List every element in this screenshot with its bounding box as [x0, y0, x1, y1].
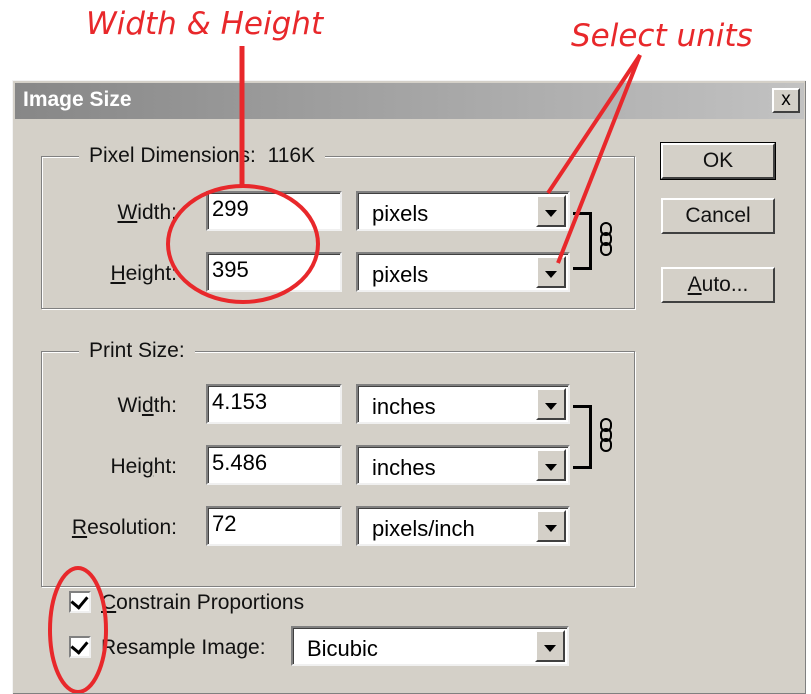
resolution-unit-value: pixels/inch: [372, 516, 475, 541]
print-width-unit-select[interactable]: inches: [356, 384, 570, 424]
pixel-height-unit-value: pixels: [372, 262, 429, 287]
annotation-width-height: Width & Height: [86, 6, 324, 42]
print-width-input[interactable]: 4.153: [206, 384, 342, 424]
annotation-select-units: Select units: [571, 18, 753, 54]
title-bar[interactable]: Image Size x: [15, 83, 804, 119]
print-width-unit-value: inches: [372, 394, 436, 419]
ok-button[interactable]: OK: [660, 142, 776, 180]
chevron-down-icon[interactable]: [536, 256, 566, 288]
print-height-unit-value: inches: [372, 455, 436, 480]
print-width-label: Width:: [117, 394, 177, 417]
resolution-label: Resolution:: [71, 516, 177, 539]
auto-button[interactable]: Auto...: [661, 267, 775, 303]
chevron-down-icon[interactable]: [536, 510, 566, 542]
chevron-down-icon[interactable]: [536, 388, 566, 420]
pixel-dimensions-legend: Pixel Dimensions: 116K: [79, 144, 326, 168]
resample-image-label: Resample Image:: [101, 636, 266, 659]
resolution-unit-select[interactable]: pixels/inch: [356, 506, 570, 546]
cancel-button[interactable]: Cancel: [661, 198, 775, 234]
print-link-bracket: [573, 405, 592, 469]
close-icon: x: [781, 89, 791, 110]
chain-link-icon: [600, 222, 612, 256]
resample-image-checkbox[interactable]: [69, 636, 91, 658]
print-height-label: Height:: [110, 455, 177, 478]
resolution-input[interactable]: 72: [206, 506, 342, 546]
pixel-width-unit-value: pixels: [372, 201, 429, 226]
resample-method-select[interactable]: Bicubic: [291, 626, 569, 666]
print-size-legend: Print Size:: [79, 339, 195, 363]
close-button[interactable]: x: [772, 88, 800, 113]
chain-link-icon: [600, 418, 612, 452]
pixel-height-input[interactable]: 395: [206, 252, 342, 292]
pixel-link-bracket: [573, 212, 592, 270]
print-height-input[interactable]: 5.486: [206, 445, 342, 485]
pixel-width-unit-select[interactable]: pixels: [356, 191, 570, 231]
chevron-down-icon[interactable]: [536, 195, 566, 227]
pixel-width-input[interactable]: 299: [206, 191, 342, 231]
dialog-title: Image Size: [23, 88, 132, 111]
chevron-down-icon[interactable]: [536, 449, 566, 481]
image-size-dialog: Image Size x Pixel Dimensions: 116K Widt…: [12, 80, 806, 694]
pixel-width-label: Width:: [117, 201, 177, 224]
resample-method-value: Bicubic: [307, 636, 378, 661]
pixel-height-label: Height:: [110, 262, 177, 285]
chevron-down-icon[interactable]: [535, 630, 565, 662]
pixel-height-unit-select[interactable]: pixels: [356, 252, 570, 292]
constrain-proportions-checkbox[interactable]: [69, 591, 91, 613]
print-height-unit-select[interactable]: inches: [356, 445, 570, 485]
pixel-dimensions-size: 116K: [267, 144, 316, 167]
constrain-proportions-label: Constrain Proportions: [101, 591, 305, 614]
